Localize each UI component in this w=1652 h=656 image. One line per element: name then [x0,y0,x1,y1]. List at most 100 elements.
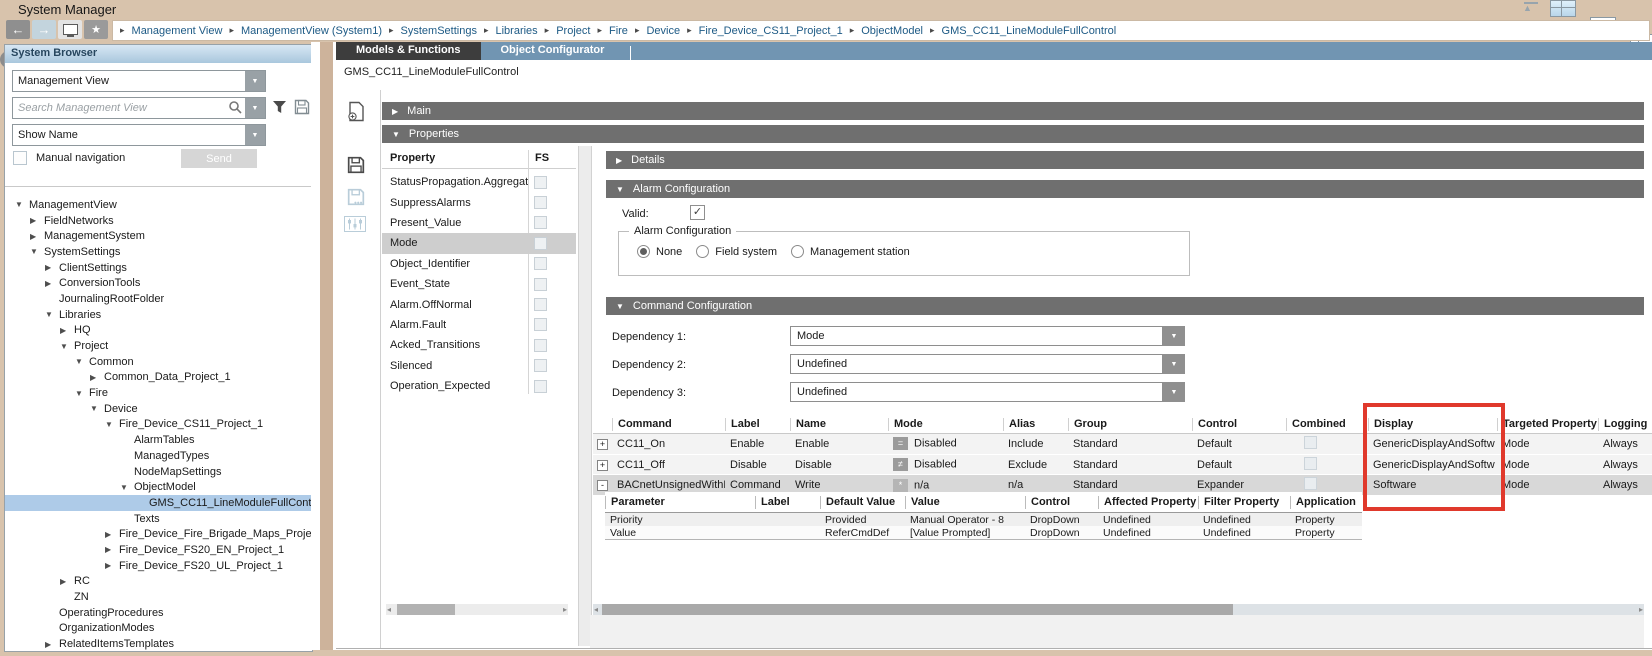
section-alarm-configuration[interactable]: ▼ Alarm Configuration [606,180,1644,198]
section-expanded-icon[interactable]: ▼ [616,302,624,311]
fs-column-header[interactable]: FS [535,152,549,164]
logging-cell[interactable]: Always [1598,459,1652,471]
column-header[interactable]: Label [725,418,790,431]
property-column-header[interactable]: Property [390,152,435,164]
tree-node[interactable]: ▼ Device [5,401,312,417]
targeted-property-cell[interactable]: Mode [1497,459,1598,471]
group-cell[interactable]: Standard [1068,459,1192,471]
tree-node[interactable]: ▶ ConversionTools [5,275,312,291]
tree-node-label[interactable]: ClientSettings [59,262,127,274]
fs-checkbox[interactable] [534,380,547,393]
tree-node-label[interactable]: NodeMapSettings [134,466,221,478]
tree-expander-icon[interactable]: ▶ [90,373,104,382]
chevron-down-icon[interactable]: ▼ [245,125,265,145]
properties-horizontal-scrollbar[interactable]: ◂ ▸ [386,604,568,615]
property-row[interactable]: Alarm.OffNormal [382,294,576,314]
affected-property-cell[interactable]: Undefined [1098,527,1198,539]
property-row[interactable]: Event_State [382,274,576,294]
alias-cell[interactable]: Include [1003,438,1068,450]
filter-icon[interactable] [272,100,287,117]
tree-expander-icon[interactable]: ▶ [45,279,59,288]
default-value-cell[interactable]: Provided [820,514,905,526]
save-as-icon[interactable] [347,188,365,206]
tree-expander-icon[interactable]: ▼ [75,357,89,366]
tree-node[interactable]: ▶ Common_Data_Project_1 [5,370,312,386]
tree-expander-icon[interactable]: ▼ [45,310,59,319]
scroll-right-icon[interactable]: ▸ [563,604,567,615]
property-row[interactable]: Operation_Expected [382,376,576,396]
breadcrumb-item-label[interactable]: Fire_Device_CS11_Project_1 [699,25,843,37]
column-header[interactable]: Mode [888,418,1003,431]
chevron-down-icon[interactable]: ▼ [1163,382,1185,402]
tree-node[interactable]: ▶ Fire_Device_FS20_UL_Project_1 [5,558,312,574]
fs-checkbox[interactable] [534,278,547,291]
row-expander-icon[interactable]: + [597,439,608,450]
affected-property-cell[interactable]: Undefined [1098,514,1198,526]
parameter-column-header[interactable]: Value [905,496,1025,509]
breadcrumb-item[interactable]: ▸ Libraries [477,25,538,37]
parameter-row[interactable]: Value ReferCmdDef [Value Prompted] DropD… [605,526,1362,539]
tree-node[interactable]: GMS_CC11_LineModuleFullControl [5,495,312,511]
parameter-column-header[interactable]: Label [755,496,820,509]
property-row[interactable]: Present_Value [382,213,576,233]
tree-expander-icon[interactable]: ▼ [105,420,119,429]
pane-divider[interactable] [578,146,592,646]
application-cell[interactable]: Property [1290,514,1362,526]
sort-filter-settings-icon[interactable] [344,216,366,232]
tree-node-label[interactable]: HQ [74,324,91,336]
forward-button[interactable]: → [32,20,56,39]
dependency-select[interactable]: Undefined [790,354,1163,374]
breadcrumb-item-label[interactable]: GMS_CC11_LineModuleFullControl [942,25,1117,37]
section-details[interactable]: ▶ Details [606,151,1644,169]
tree-node-label[interactable]: OrganizationModes [59,622,154,634]
tree-node-label[interactable]: ManagementView [29,199,117,211]
tree-expander-icon[interactable]: ▼ [90,404,104,413]
back-button[interactable]: ← [6,20,30,39]
combined-cell[interactable] [1286,477,1368,493]
radio-option[interactable]: None [637,245,682,258]
breadcrumb-item-label[interactable]: ManagementView (System1) [241,25,382,37]
tree-node[interactable]: AlarmTables [5,432,312,448]
tree-node[interactable]: ▼ ManagementView [5,197,312,213]
tree-node-label[interactable]: Project [74,340,108,352]
tree-expander-icon[interactable]: ▶ [30,216,44,225]
tree-node-label[interactable]: ConversionTools [59,277,140,289]
column-header[interactable]: Name [790,418,888,431]
property-name[interactable]: Alarm.Fault [382,319,446,331]
tree-node-label[interactable]: FieldNetworks [44,215,114,227]
tree-node[interactable]: Texts [5,511,312,527]
fs-checkbox[interactable] [534,196,547,209]
property-name[interactable]: Operation_Expected [382,380,490,392]
property-row[interactable]: SuppressAlarms [382,192,576,212]
property-name[interactable]: Present_Value [382,217,461,229]
alias-cell[interactable]: Exclude [1003,459,1068,471]
tree-node[interactable]: ▼ SystemSettings [5,244,312,260]
parameter-column-header[interactable]: Default Value [820,496,905,509]
tree-node-label[interactable]: ManagedTypes [134,450,209,462]
default-value-cell[interactable]: ReferCmdDef [820,527,905,539]
column-header[interactable]: Control [1192,418,1286,431]
layout-grid-icon[interactable] [1550,0,1576,17]
combined-cell[interactable] [1286,436,1368,452]
combined-checkbox[interactable] [1304,477,1317,490]
label-cell[interactable]: Disable [725,459,790,471]
open-in-window-button[interactable] [58,20,82,39]
scrollbar-thumb[interactable] [602,604,1233,615]
parameter-column-header[interactable]: Application [1290,496,1362,509]
tree-expander-icon[interactable]: ▼ [60,342,74,351]
column-header[interactable]: Alias [1003,418,1068,431]
tree-node-label[interactable]: Libraries [59,309,101,321]
tree-node-label[interactable]: AlarmTables [134,434,195,446]
mode-cell[interactable]: ≠Disabled [888,458,1003,471]
tree-node[interactable]: ▶ RelatedItemsTemplates [5,636,312,650]
scroll-right-icon[interactable]: ▸ [1639,604,1643,615]
tree-node-label[interactable]: JournalingRootFolder [59,293,164,305]
section-command-configuration[interactable]: ▼ Command Configuration [606,297,1644,315]
property-name[interactable]: Alarm.OffNormal [382,299,472,311]
fs-checkbox[interactable] [534,298,547,311]
tree-node-label[interactable]: Device [104,403,138,415]
row-expander-icon[interactable]: - [597,480,608,491]
breadcrumb-item-label[interactable]: Device [646,25,680,37]
control-cell[interactable]: Expander [1192,479,1286,491]
valid-checkbox[interactable]: ✓ [690,205,705,220]
